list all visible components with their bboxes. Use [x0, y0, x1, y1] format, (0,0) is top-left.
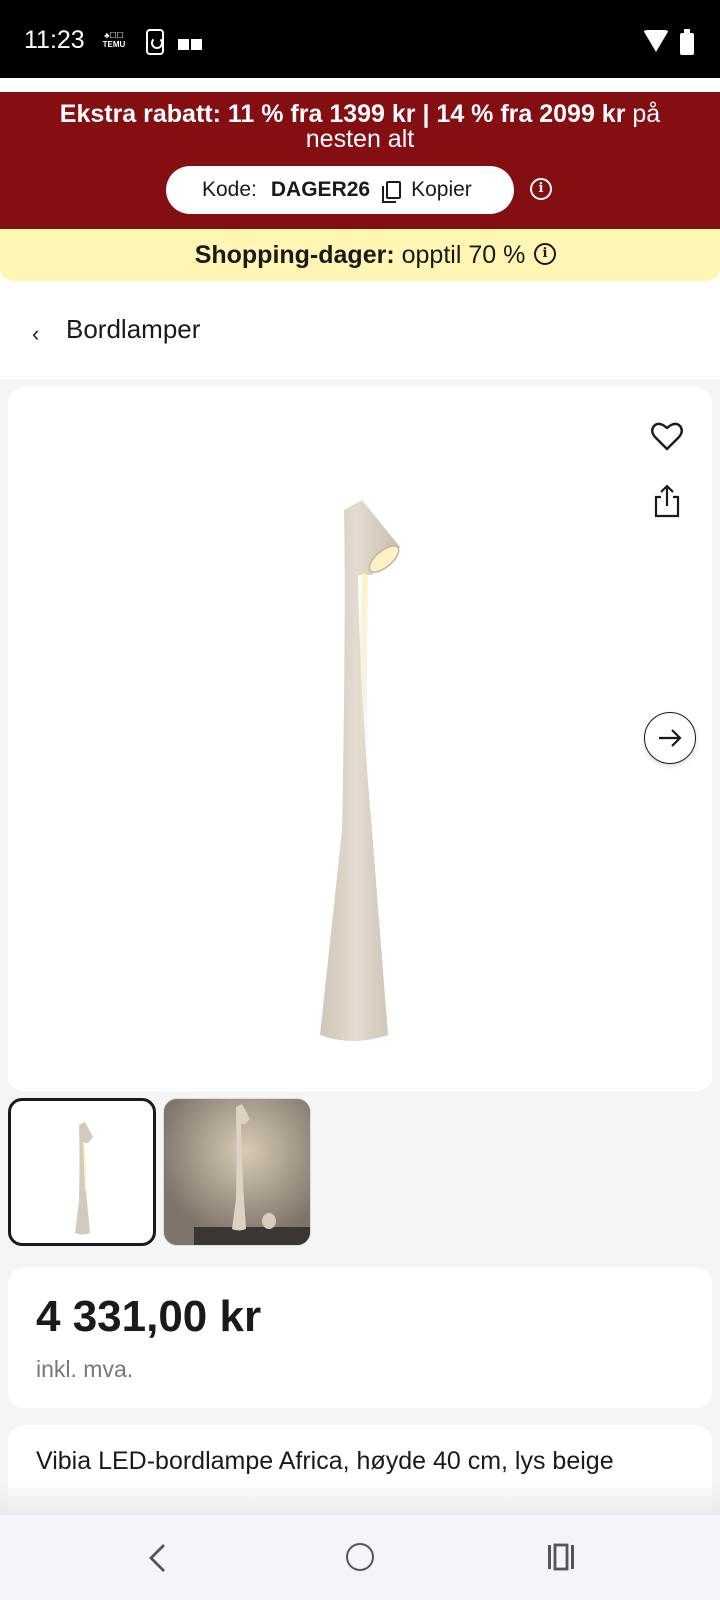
temu-label: TEMU: [102, 40, 126, 49]
heart-icon[interactable]: [650, 420, 684, 454]
nav-back-button[interactable]: [146, 1543, 170, 1573]
status-bar: 11:23 ♣☐☐ TEMU: [0, 0, 720, 78]
nav-recents-button[interactable]: [547, 1543, 575, 1571]
thumbnail-room[interactable]: [163, 1098, 311, 1246]
product-title: Vibia LED-bordlampe Africa, høyde 40 cm,…: [36, 1447, 614, 1475]
code-value: DAGER26: [270, 178, 371, 201]
cards-icon: [178, 37, 204, 50]
shopping-days-banner[interactable]: Shopping-dager: opptil 70 %: [0, 229, 720, 281]
phone-sync-icon: [146, 29, 164, 55]
system-nav-bar: [0, 1515, 720, 1600]
shopping-days-bold: Shopping-dager:: [194, 241, 395, 269]
copy-icon: [382, 181, 402, 203]
battery-icon: [680, 29, 694, 55]
copy-code-button[interactable]: Kode: DAGER26 Kopier: [166, 166, 514, 214]
copy-label: Kopier: [411, 178, 472, 201]
promo-headline-bold: Ekstra rabatt: 11 % fra 1399 kr | 14 % f…: [59, 100, 626, 128]
nav-home-button[interactable]: [346, 1543, 374, 1571]
promo-banner: Ekstra rabatt: 11 % fra 1399 kr | 14 % f…: [0, 92, 720, 229]
vat-note: inkl. mva.: [36, 1356, 134, 1382]
shopping-days-info-icon[interactable]: i: [534, 243, 556, 265]
shopping-days-text: Shopping-dager: opptil 70 %: [0, 241, 720, 270]
promo-headline: Ekstra rabatt: 11 % fra 1399 kr | 14 % f…: [40, 102, 680, 152]
temu-notification-icon: ♣☐☐ TEMU: [102, 31, 126, 49]
next-image-button[interactable]: [644, 712, 696, 764]
arrow-right-icon: [659, 729, 682, 747]
scroll-fade: [0, 1480, 720, 1515]
code-label: Kode:: [202, 178, 257, 201]
promo-info-icon[interactable]: i: [530, 178, 552, 200]
breadcrumb-label: Bordlamper: [66, 314, 201, 344]
share-icon[interactable]: [652, 484, 682, 518]
price-card: 4 331,00 kr inkl. mva.: [8, 1268, 712, 1408]
product-image: [320, 500, 400, 1041]
chevron-left-icon: ‹: [32, 321, 40, 346]
wifi-icon: [643, 30, 669, 52]
product-price: 4 331,00 kr: [36, 1292, 262, 1341]
thumbnail-product[interactable]: [8, 1098, 156, 1246]
thumbnail-product-image: [75, 1122, 93, 1235]
status-time: 11:23: [24, 26, 85, 54]
thumbnail-room-image: [164, 1099, 310, 1245]
breadcrumb[interactable]: ‹ Bordlamper: [0, 281, 720, 379]
shopping-days-rest: opptil 70 %: [394, 241, 526, 269]
